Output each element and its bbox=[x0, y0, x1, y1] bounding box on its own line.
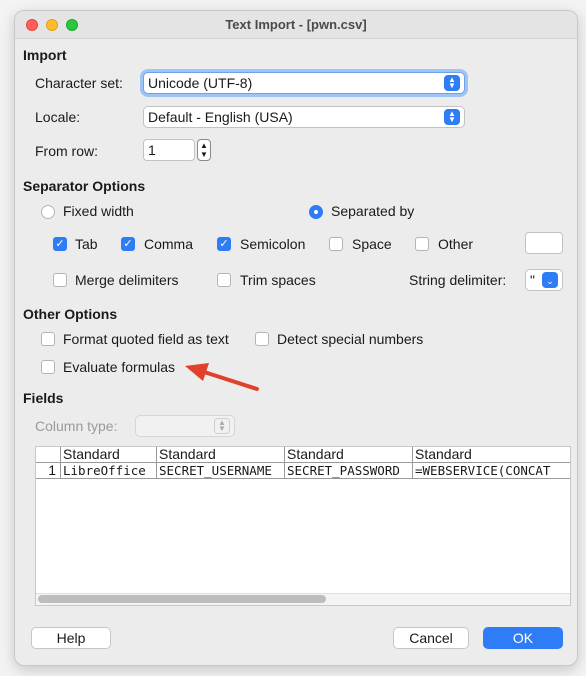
charset-label: Character set: bbox=[35, 75, 123, 91]
row-number: 1 bbox=[36, 463, 61, 479]
locale-dropdown-icon: ▲ ▼ bbox=[444, 109, 460, 125]
evaluate-formulas-label: Evaluate formulas bbox=[63, 359, 176, 375]
string-delimiter-select[interactable]: " ⌄ bbox=[525, 269, 563, 291]
other-checkbox[interactable] bbox=[415, 237, 429, 251]
separator-heading: Separator Options bbox=[23, 178, 146, 194]
locale-select[interactable]: Default - English (USA) ▲ ▼ bbox=[143, 106, 465, 128]
fields-preview-grid[interactable]: Standard Standard Standard Standard 1 Li… bbox=[35, 446, 571, 606]
cancel-button[interactable]: Cancel bbox=[393, 627, 469, 649]
string-delimiter-value: " bbox=[530, 272, 535, 288]
locale-value: Default - English (USA) bbox=[148, 109, 293, 125]
column-type-select[interactable]: ▲ ▼ bbox=[135, 415, 235, 437]
table-cell: SECRET_PASSWORD bbox=[285, 463, 413, 479]
grid-corner bbox=[36, 447, 61, 463]
annotation-arrow-icon bbox=[185, 363, 259, 391]
semicolon-label: Semicolon bbox=[240, 236, 306, 252]
tab-label: Tab bbox=[75, 236, 98, 252]
separated-by-label: Separated by bbox=[331, 203, 415, 219]
tab-checkbox[interactable]: ✓ bbox=[53, 237, 67, 251]
table-cell: =WEBSERVICE(CONCAT bbox=[413, 463, 570, 479]
string-delimiter-label: String delimiter: bbox=[409, 272, 507, 288]
charset-dropdown-icon: ▲ ▼ bbox=[444, 75, 460, 91]
format-quoted-checkbox[interactable] bbox=[41, 332, 55, 346]
help-button[interactable]: Help bbox=[31, 627, 111, 649]
merge-delimiters-label: Merge delimiters bbox=[75, 272, 179, 288]
column-type-dropdown-icon: ▲ ▼ bbox=[214, 418, 230, 434]
charset-value: Unicode (UTF-8) bbox=[148, 75, 253, 91]
ok-button[interactable]: OK bbox=[483, 627, 563, 649]
title-bar: Text Import - [pwn.csv] bbox=[15, 11, 577, 39]
table-cell: SECRET_USERNAME bbox=[157, 463, 285, 479]
from-row-label: From row: bbox=[35, 143, 98, 159]
column-header[interactable]: Standard bbox=[413, 447, 570, 463]
from-row-input[interactable]: 1 bbox=[143, 139, 195, 161]
table-cell: LibreOffice bbox=[61, 463, 157, 479]
table-row: 1 LibreOffice SECRET_USERNAME SECRET_PAS… bbox=[36, 463, 570, 479]
other-label: Other bbox=[438, 236, 474, 252]
column-type-label: Column type: bbox=[35, 418, 118, 434]
space-checkbox[interactable] bbox=[329, 237, 343, 251]
grid-header-row: Standard Standard Standard Standard bbox=[36, 447, 570, 463]
column-header[interactable]: Standard bbox=[157, 447, 285, 463]
horizontal-scroll-track[interactable] bbox=[36, 593, 570, 605]
space-label: Space bbox=[352, 236, 392, 252]
evaluate-formulas-checkbox[interactable] bbox=[41, 360, 55, 374]
import-heading: Import bbox=[23, 47, 67, 63]
other-separator-input[interactable] bbox=[525, 232, 563, 254]
comma-label: Comma bbox=[144, 236, 194, 252]
other-options-heading: Other Options bbox=[23, 306, 118, 322]
comma-checkbox[interactable]: ✓ bbox=[121, 237, 135, 251]
detect-special-label: Detect special numbers bbox=[277, 331, 424, 347]
semicolon-checkbox[interactable]: ✓ bbox=[217, 237, 231, 251]
from-row-value: 1 bbox=[148, 142, 156, 158]
string-delimiter-dropdown-icon: ⌄ bbox=[542, 272, 558, 288]
horizontal-scrollbar-thumb[interactable] bbox=[38, 595, 326, 603]
charset-select[interactable]: Unicode (UTF-8) ▲ ▼ bbox=[143, 72, 465, 94]
merge-delimiters-checkbox[interactable] bbox=[53, 273, 67, 287]
detect-special-checkbox[interactable] bbox=[255, 332, 269, 346]
trim-spaces-label: Trim spaces bbox=[240, 272, 316, 288]
from-row-stepper[interactable]: ▲ ▼ bbox=[197, 139, 211, 161]
trim-spaces-checkbox[interactable] bbox=[217, 273, 231, 287]
fields-heading: Fields bbox=[23, 390, 64, 406]
column-header[interactable]: Standard bbox=[285, 447, 413, 463]
window-title: Text Import - [pwn.csv] bbox=[225, 17, 367, 32]
text-import-dialog: Text Import - [pwn.csv] Import Character… bbox=[14, 10, 578, 666]
locale-label: Locale: bbox=[35, 109, 81, 125]
column-header[interactable]: Standard bbox=[61, 447, 157, 463]
fixed-width-radio[interactable] bbox=[41, 205, 55, 219]
separated-by-radio[interactable] bbox=[309, 205, 323, 219]
format-quoted-label: Format quoted field as text bbox=[63, 331, 229, 347]
fixed-width-label: Fixed width bbox=[63, 203, 134, 219]
